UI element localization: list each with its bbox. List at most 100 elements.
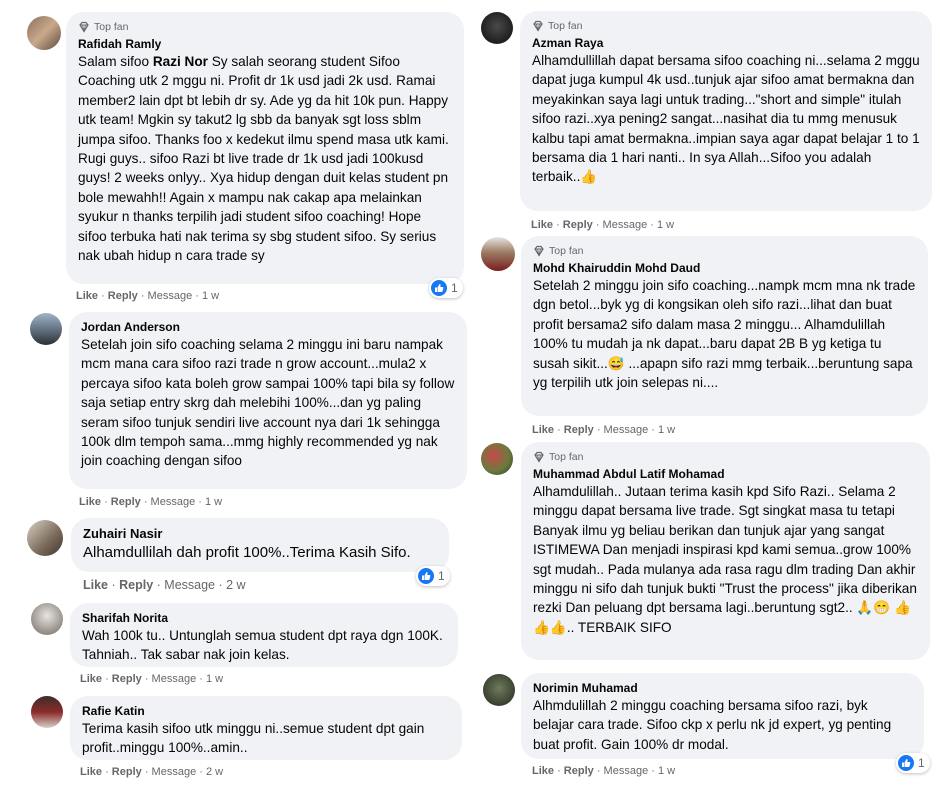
commenter-name[interactable]: Rafidah Ramly <box>78 37 452 51</box>
like-button[interactable]: Like <box>83 578 108 592</box>
comment-text-prefix: Salam sifoo <box>78 54 153 69</box>
message-button[interactable]: Message <box>604 424 649 436</box>
message-button[interactable]: Message <box>152 673 197 685</box>
commenter-name[interactable]: Azman Raya <box>532 36 920 50</box>
message-button[interactable]: Message <box>164 578 215 592</box>
comment-bubble: Jordan Anderson Setelah join sifo coachi… <box>69 312 467 489</box>
badge-label: Top fan <box>549 245 584 257</box>
reply-button[interactable]: Reply <box>119 578 153 592</box>
message-button[interactable]: Message <box>148 290 193 302</box>
avatar[interactable] <box>30 313 62 345</box>
comment-actions: Like · Reply · Message · 1 w <box>76 290 220 302</box>
comment-actions: Like · Reply · Message · 2 w <box>80 766 224 778</box>
message-button[interactable]: Message <box>603 219 648 231</box>
diamond-icon <box>533 20 543 32</box>
comment-bubble: Top fan Mohd Khairuddin Mohd Daud Setela… <box>521 236 928 416</box>
comment-bubble: Top fan Rafidah Ramly Salam sifoo Razi N… <box>66 12 464 284</box>
top-fan-badge: Top fan <box>78 20 452 34</box>
comment-text: Terima kasih sifoo utk minggu ni..semue … <box>82 721 425 756</box>
commenter-name[interactable]: Jordan Anderson <box>81 320 455 334</box>
badge-label: Top fan <box>548 20 583 32</box>
avatar[interactable] <box>27 16 61 50</box>
mention-link[interactable]: Razi Nor <box>153 54 208 69</box>
message-button[interactable]: Message <box>152 766 197 778</box>
comment-bubble: Norimin Muhamad Alhmdulillah 2 minggu co… <box>521 673 924 759</box>
comment-bubble: Zuhairi Nasir Alhamdullilah dah profit 1… <box>71 518 449 572</box>
like-button[interactable]: Like <box>80 673 102 685</box>
avatar[interactable] <box>31 696 63 728</box>
comment-actions: Like · Reply · Message · 2 w <box>83 578 246 592</box>
top-fan-badge: Top fan <box>533 244 916 258</box>
timestamp[interactable]: 1 w <box>657 219 674 231</box>
reaction-count[interactable]: 1 <box>896 753 930 773</box>
message-button[interactable]: Message <box>604 765 649 777</box>
like-button[interactable]: Like <box>532 765 554 777</box>
reaction-count[interactable]: 1 <box>416 566 450 586</box>
like-button[interactable]: Like <box>531 219 553 231</box>
comment-text: Setelah 2 minggu join sifo coaching...na… <box>533 278 916 391</box>
thumbs-up-icon <box>898 755 914 771</box>
commenter-name[interactable]: Norimin Muhamad <box>533 681 912 695</box>
avatar[interactable] <box>481 12 513 44</box>
timestamp[interactable]: 1 w <box>658 765 675 777</box>
reaction-number: 1 <box>918 756 925 770</box>
timestamp[interactable]: 2 w <box>206 766 223 778</box>
avatar[interactable] <box>27 520 63 556</box>
reply-button[interactable]: Reply <box>112 673 142 685</box>
like-button[interactable]: Like <box>532 424 554 436</box>
comment-text: Alhamdullilah dah profit 100%..Terima Ka… <box>83 544 411 561</box>
comment-bubble: Rafie Katin Terima kasih sifoo utk mingg… <box>70 696 462 760</box>
top-fan-badge: Top fan <box>533 450 918 464</box>
thumbs-up-icon <box>418 568 434 584</box>
comment-actions: Like · Reply · Message · 1 w <box>532 424 676 436</box>
comment-actions: Like · Reply · Message · 1 w <box>80 673 224 685</box>
avatar[interactable] <box>481 237 515 271</box>
avatar[interactable] <box>31 603 63 635</box>
top-fan-badge: Top fan <box>532 19 920 33</box>
comment-text-body: Sy salah seorang student Sifoo Coaching … <box>78 54 449 264</box>
reply-button[interactable]: Reply <box>111 496 141 508</box>
commenter-name[interactable]: Zuhairi Nasir <box>83 526 437 541</box>
commenter-name[interactable]: Sharifah Norita <box>82 611 446 625</box>
reply-button[interactable]: Reply <box>564 424 594 436</box>
comment-text: Salam sifoo Razi Nor Sy salah seorang st… <box>78 52 452 265</box>
comment-text: Alhamdulillah.. Jutaan terima kasih kpd … <box>533 484 917 635</box>
diamond-icon <box>79 21 89 33</box>
diamond-icon <box>534 451 544 463</box>
timestamp[interactable]: 1 w <box>202 290 219 302</box>
comment-bubble: Top fan Muhammad Abdul Latif Mohamad Alh… <box>521 442 930 660</box>
comment-bubble: Sharifah Norita Wah 100k tu.. Untunglah … <box>70 603 458 667</box>
diamond-icon <box>534 245 544 257</box>
reply-button[interactable]: Reply <box>108 290 138 302</box>
commenter-name[interactable]: Muhammad Abdul Latif Mohamad <box>533 467 918 481</box>
badge-label: Top fan <box>549 451 584 463</box>
timestamp[interactable]: 1 w <box>205 496 222 508</box>
avatar[interactable] <box>483 674 515 706</box>
timestamp[interactable]: 1 w <box>206 673 223 685</box>
comment-bubble: Top fan Azman Raya Alhamdullillah dapat … <box>520 11 932 211</box>
message-button[interactable]: Message <box>151 496 196 508</box>
avatar[interactable] <box>481 443 513 475</box>
reply-button[interactable]: Reply <box>112 766 142 778</box>
like-button[interactable]: Like <box>80 766 102 778</box>
reply-button[interactable]: Reply <box>563 219 593 231</box>
badge-label: Top fan <box>94 21 129 33</box>
comment-actions: Like · Reply · Message · 1 w <box>79 496 223 508</box>
reaction-count[interactable]: 1 <box>429 278 463 298</box>
reaction-number: 1 <box>438 569 445 583</box>
reaction-number: 1 <box>451 281 458 295</box>
like-button[interactable]: Like <box>76 290 98 302</box>
comment-actions: Like · Reply · Message · 1 w <box>532 765 676 777</box>
comment-text: Setelah join sifo coaching selama 2 ming… <box>81 337 455 469</box>
comment-actions: Like · Reply · Message · 1 w <box>531 219 675 231</box>
commenter-name[interactable]: Mohd Khairuddin Mohd Daud <box>533 261 916 275</box>
thumbs-up-icon <box>431 280 447 296</box>
comment-text: Wah 100k tu.. Untunglah semua student dp… <box>82 628 443 663</box>
comment-text: Alhmdulillah 2 minggu coaching bersama s… <box>533 698 892 752</box>
timestamp[interactable]: 2 w <box>226 578 245 592</box>
comment-text: Alhamdullillah dapat bersama sifoo coach… <box>532 53 920 185</box>
like-button[interactable]: Like <box>79 496 101 508</box>
commenter-name[interactable]: Rafie Katin <box>82 704 450 718</box>
timestamp[interactable]: 1 w <box>658 424 675 436</box>
reply-button[interactable]: Reply <box>564 765 594 777</box>
